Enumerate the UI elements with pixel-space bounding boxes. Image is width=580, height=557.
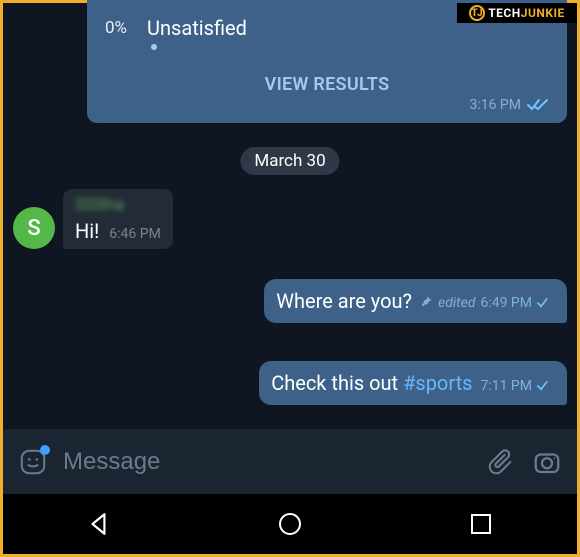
read-ticks-icon [527, 98, 549, 112]
nav-home-button[interactable] [270, 504, 310, 544]
poll-view-results-button[interactable]: VIEW RESULTS [105, 74, 549, 95]
poll-option-percent: 0% [105, 18, 147, 38]
chat-scroll-area[interactable]: 0% Unsatisfied VIEW RESULTS 3:16 PM Marc… [3, 3, 577, 419]
poll-option-label: Unsatisfied [147, 16, 247, 40]
watermark-text-b: JUNKIE [521, 6, 565, 20]
hashtag-link[interactable]: #sports [403, 371, 472, 395]
sender-avatar[interactable]: S [13, 207, 55, 249]
outgoing-message-text: Where are you? [276, 289, 412, 313]
date-divider: March 30 [240, 147, 339, 175]
incoming-message-text: Hi! [75, 219, 99, 243]
outgoing-timestamp: 6:49 PM [480, 295, 532, 311]
watermark-logo-icon: TJ [469, 5, 485, 21]
attach-button[interactable] [485, 446, 517, 478]
watermark-text-a: TECH [488, 6, 521, 20]
pinned-icon [420, 293, 433, 312]
emoji-notification-dot [40, 445, 50, 455]
sender-name: SSSha [75, 195, 161, 215]
outgoing-message-text: Check this out #sports [271, 371, 472, 395]
outgoing-message-bubble[interactable]: Check this out #sports 7:11 PM [259, 361, 567, 405]
message-text-part: Check this out [271, 371, 403, 395]
emoji-button[interactable] [17, 446, 49, 478]
outgoing-message-bubble[interactable]: Where are you? edited 6:49 PM [264, 279, 567, 323]
nav-recent-button[interactable] [461, 504, 501, 544]
camera-button[interactable] [531, 446, 563, 478]
outgoing-timestamp: 7:11 PM [480, 378, 532, 394]
incoming-timestamp: 6:46 PM [109, 226, 161, 242]
nav-back-button[interactable] [79, 504, 119, 544]
watermark-badge: TJ TECHJUNKIE [457, 3, 577, 23]
poll-timestamp: 3:16 PM [469, 97, 521, 113]
android-nav-bar [3, 494, 577, 554]
edited-label: edited [438, 295, 475, 311]
message-input-bar [3, 428, 577, 494]
read-ticks-icon [537, 297, 555, 309]
incoming-message-bubble[interactable]: SSSha Hi! 6:46 PM [63, 189, 173, 249]
message-input[interactable] [63, 448, 471, 476]
poll-option-bar [151, 44, 157, 50]
read-ticks-icon [537, 380, 555, 392]
